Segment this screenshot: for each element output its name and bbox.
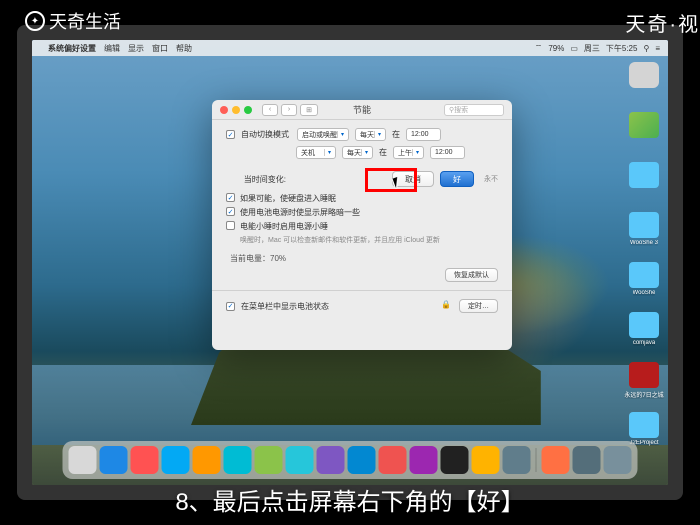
menubar-day[interactable]: 周三 [584, 43, 600, 54]
dock-app-5[interactable] [224, 446, 252, 474]
desktop-icon-folder[interactable]: comjava [626, 312, 662, 354]
battery-status: 当前电量：70% [226, 253, 498, 264]
ok-button[interactable]: 好 [440, 171, 474, 187]
menubar: 系统偏好设置 编辑 显示 窗口 帮助 ⌔ 79% ▭ 周三 下午5:25 ⚲ ≡ [32, 40, 668, 56]
system-prefs-window: ‹ › ⊞ 节能 ⚲ 搜索 ✓ 自动切换模式 启动或唤醒▾ 每天▾ 在 12:0… [212, 100, 512, 350]
dock-app-3[interactable] [162, 446, 190, 474]
dock-app-6[interactable] [255, 446, 283, 474]
desktop-icon-disk[interactable] [626, 62, 662, 104]
dock-app-2[interactable] [131, 446, 159, 474]
divider [212, 290, 512, 291]
opt2-checkbox[interactable]: ✓ [226, 207, 235, 216]
dock-app-4[interactable] [193, 446, 221, 474]
menubar-view[interactable]: 显示 [128, 43, 144, 54]
startup-select[interactable]: 启动或唤醒▾ [297, 128, 349, 141]
every-select-1[interactable]: 每天▾ [355, 128, 386, 141]
ampm-select[interactable]: 上午▾ [393, 146, 424, 159]
opt3-label: 电能小睡时启用电源小睡 [240, 221, 328, 232]
desktop-icons: WooShe 3 WooShe comjava 永远的7日之城 J2EProje… [626, 62, 662, 454]
battery-icon[interactable]: ▭ [570, 44, 578, 53]
forward-button[interactable]: › [281, 104, 297, 116]
monitor-frame: 系统偏好设置 编辑 显示 窗口 帮助 ⌔ 79% ▭ 周三 下午5:25 ⚲ ≡… [17, 25, 683, 500]
macos-screen: 系统偏好设置 编辑 显示 窗口 帮助 ⌔ 79% ▭ 周三 下午5:25 ⚲ ≡… [32, 40, 668, 485]
menubar-window[interactable]: 窗口 [152, 43, 168, 54]
watermark-top-left: ✦ 天奇生活 [25, 8, 121, 34]
grid-button[interactable]: ⊞ [300, 104, 318, 116]
time-field-1[interactable]: 12:00 [406, 128, 441, 141]
dock-app-0[interactable] [69, 446, 97, 474]
confirm-label: 当时间变化: [226, 174, 286, 185]
every-select-2[interactable]: 每天▾ [342, 146, 373, 159]
close-icon[interactable] [220, 106, 228, 114]
show-battery-label: 在菜单栏中显示电池状态 [241, 301, 329, 312]
desktop-icon-folder[interactable]: WooShe [626, 262, 662, 304]
dock-app-16[interactable] [573, 446, 601, 474]
at-label: 在 [392, 129, 400, 140]
lock-icon[interactable]: 🔒 [441, 300, 453, 312]
dock-app-7[interactable] [286, 446, 314, 474]
notification-icon[interactable]: ≡ [655, 44, 660, 53]
opt1-checkbox[interactable]: ✓ [226, 193, 235, 202]
battery-percent[interactable]: 79% [548, 44, 564, 53]
at-label-2: 在 [379, 147, 387, 158]
dock-app-10[interactable] [379, 446, 407, 474]
dock-app-15[interactable] [542, 446, 570, 474]
opt3-checkbox[interactable] [226, 221, 235, 230]
desktop-icon-screenshot[interactable] [626, 112, 662, 154]
dock-app-11[interactable] [410, 446, 438, 474]
time-field-2[interactable]: 12:00 [430, 146, 465, 159]
tutorial-highlight-box [365, 168, 417, 192]
dock-app-8[interactable] [317, 446, 345, 474]
dock-app-12[interactable] [441, 446, 469, 474]
dock-app-9[interactable] [348, 446, 376, 474]
schedule-button[interactable]: 定时… [459, 299, 498, 313]
magnifier-icon: ✦ [25, 11, 45, 31]
minimize-icon[interactable] [232, 106, 240, 114]
dock-app-13[interactable] [472, 446, 500, 474]
auto-switch-checkbox[interactable]: ✓ [226, 130, 235, 139]
back-button[interactable]: ‹ [262, 104, 278, 116]
desktop-icon-folder[interactable] [626, 162, 662, 204]
restore-defaults-button[interactable]: 恢复成默认 [445, 268, 498, 282]
search-input[interactable]: ⚲ 搜索 [444, 104, 504, 116]
menubar-help[interactable]: 帮助 [176, 43, 192, 54]
watermark-text: 天奇生活 [49, 8, 121, 34]
shutdown-select[interactable]: 关机▾ [296, 146, 336, 159]
opt1-label: 如果可能，使硬盘进入睡眠 [240, 193, 336, 204]
spotlight-icon[interactable]: ⚲ [643, 44, 649, 53]
show-battery-checkbox[interactable]: ✓ [226, 302, 235, 311]
traffic-lights [220, 106, 252, 114]
opt2-label: 使用电池电源时使显示屏略暗一些 [240, 207, 360, 218]
dock-app-17[interactable] [604, 446, 632, 474]
dock [63, 441, 638, 479]
dock-app-14[interactable] [503, 446, 531, 474]
maximize-icon[interactable] [244, 106, 252, 114]
window-titlebar[interactable]: ‹ › ⊞ 节能 ⚲ 搜索 [212, 100, 512, 120]
menubar-time[interactable]: 下午5:25 [606, 43, 638, 54]
menubar-app-name[interactable]: 系统偏好设置 [48, 43, 96, 54]
mouse-cursor-icon [394, 177, 404, 191]
dock-separator [536, 448, 537, 472]
watermark-top-right: 天奇·视 [625, 8, 700, 37]
auto-switch-label: 自动切换模式 [241, 129, 291, 140]
wifi-icon[interactable]: ⌔ [535, 43, 543, 53]
desktop-icon-app[interactable]: 永远的7日之城 [626, 362, 662, 404]
menubar-edit[interactable]: 编辑 [104, 43, 120, 54]
dock-app-1[interactable] [100, 446, 128, 474]
desktop-icon-folder[interactable]: WooShe 3 [626, 212, 662, 254]
hint-text: 唤醒时，Mac 可以检查新邮件和软件更新，并且应用 iCloud 更新 [240, 235, 498, 245]
subtitle-caption: 8、最后点击屏幕右下角的【好】 [0, 475, 700, 525]
